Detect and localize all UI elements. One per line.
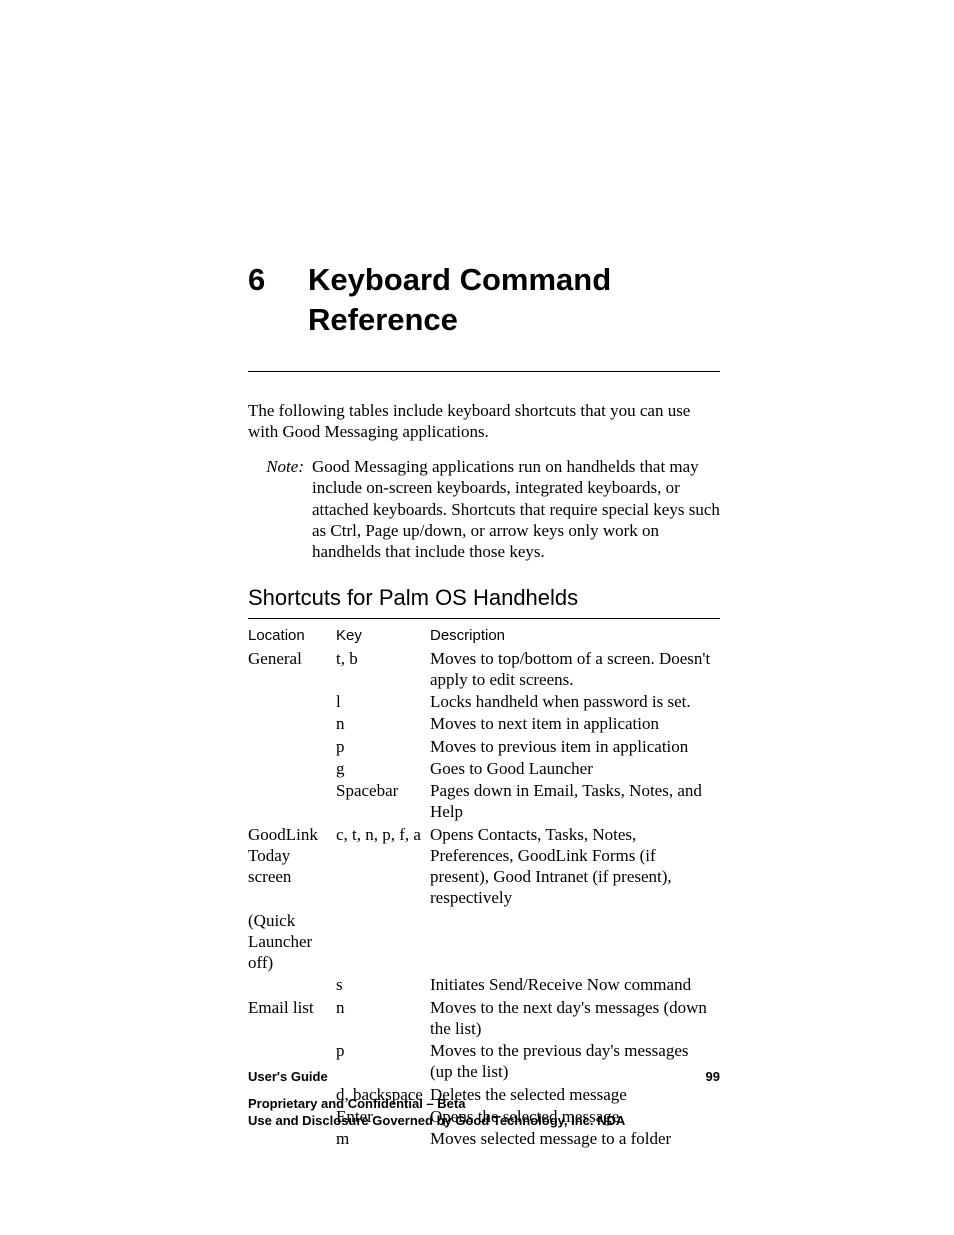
table-row: s Initiates Send/Receive Now command bbox=[248, 974, 720, 996]
cell-desc: Opens Contacts, Tasks, Notes, Preference… bbox=[430, 824, 720, 910]
col-description: Description bbox=[430, 625, 720, 648]
cell-location bbox=[248, 736, 336, 758]
cell-key: n bbox=[336, 997, 430, 1041]
table-row: g Goes to Good Launcher bbox=[248, 758, 720, 780]
cell-location bbox=[248, 1128, 336, 1150]
note-block: Note: Good Messaging applications run on… bbox=[248, 456, 720, 562]
cell-location: General bbox=[248, 648, 336, 692]
cell-desc: Initiates Send/Receive Now command bbox=[430, 974, 720, 996]
cell-desc: Moves to the next day's messages (down t… bbox=[430, 997, 720, 1041]
chapter-number: 6 bbox=[248, 260, 308, 300]
table-row: Email list n Moves to the next day's mes… bbox=[248, 997, 720, 1041]
note-body: Good Messaging applications run on handh… bbox=[312, 456, 720, 562]
cell-location: Email list bbox=[248, 997, 336, 1041]
cell-key: p bbox=[336, 736, 430, 758]
cell-desc: Moves to next item in application bbox=[430, 713, 720, 735]
note-label: Note: bbox=[248, 456, 312, 562]
table-row: (Quick Launcher off) bbox=[248, 910, 720, 975]
cell-key: t, b bbox=[336, 648, 430, 692]
chapter-heading: 6 Keyboard Command Reference bbox=[248, 260, 720, 341]
cell-desc: Moves to previous item in application bbox=[430, 736, 720, 758]
cell-key: c, t, n, p, f, a bbox=[336, 824, 430, 910]
table-row: p Moves to previous item in application bbox=[248, 736, 720, 758]
cell-key: n bbox=[336, 713, 430, 735]
divider-rule bbox=[248, 371, 720, 372]
table-row: m Moves selected message to a folder bbox=[248, 1128, 720, 1150]
cell-location: GoodLink Today screen bbox=[248, 824, 336, 910]
table-row: GoodLink Today screen c, t, n, p, f, a O… bbox=[248, 824, 720, 910]
cell-key: Spacebar bbox=[336, 780, 430, 824]
col-key: Key bbox=[336, 625, 430, 648]
table-header-row: Location Key Description bbox=[248, 625, 720, 648]
cell-location: (Quick Launcher off) bbox=[248, 910, 336, 975]
intro-paragraph: The following tables include keyboard sh… bbox=[248, 400, 720, 443]
cell-location bbox=[248, 691, 336, 713]
chapter-title: Keyboard Command Reference bbox=[308, 260, 720, 341]
cell-desc: Locks handheld when password is set. bbox=[430, 691, 720, 713]
legal-notice: Proprietary and Confidential – Beta Use … bbox=[248, 1095, 720, 1130]
legal-line-1: Proprietary and Confidential – Beta bbox=[248, 1095, 720, 1113]
table-row: l Locks handheld when password is set. bbox=[248, 691, 720, 713]
cell-key: g bbox=[336, 758, 430, 780]
table-row: General t, b Moves to top/bottom of a sc… bbox=[248, 648, 720, 692]
legal-line-2: Use and Disclosure Governed by Good Tech… bbox=[248, 1112, 720, 1130]
page: 6 Keyboard Command Reference The followi… bbox=[0, 0, 954, 1235]
cell-desc: Moves selected message to a folder bbox=[430, 1128, 720, 1150]
section-rule bbox=[248, 618, 720, 619]
cell-location bbox=[248, 780, 336, 824]
cell-key: s bbox=[336, 974, 430, 996]
cell-location bbox=[248, 974, 336, 996]
content-area: 6 Keyboard Command Reference The followi… bbox=[248, 260, 720, 1150]
footer-page-number: 99 bbox=[706, 1069, 720, 1085]
cell-key: l bbox=[336, 691, 430, 713]
cell-desc bbox=[430, 910, 720, 975]
table-row: n Moves to next item in application bbox=[248, 713, 720, 735]
page-footer: User's Guide 99 bbox=[248, 1069, 720, 1085]
col-location: Location bbox=[248, 625, 336, 648]
cell-location bbox=[248, 713, 336, 735]
table-row: Spacebar Pages down in Email, Tasks, Not… bbox=[248, 780, 720, 824]
footer-doc-title: User's Guide bbox=[248, 1069, 328, 1085]
cell-desc: Goes to Good Launcher bbox=[430, 758, 720, 780]
cell-desc: Pages down in Email, Tasks, Notes, and H… bbox=[430, 780, 720, 824]
cell-key bbox=[336, 910, 430, 975]
section-title: Shortcuts for Palm OS Handhelds bbox=[248, 584, 720, 612]
cell-location bbox=[248, 758, 336, 780]
cell-key: m bbox=[336, 1128, 430, 1150]
cell-desc: Moves to top/bottom of a screen. Doesn't… bbox=[430, 648, 720, 692]
